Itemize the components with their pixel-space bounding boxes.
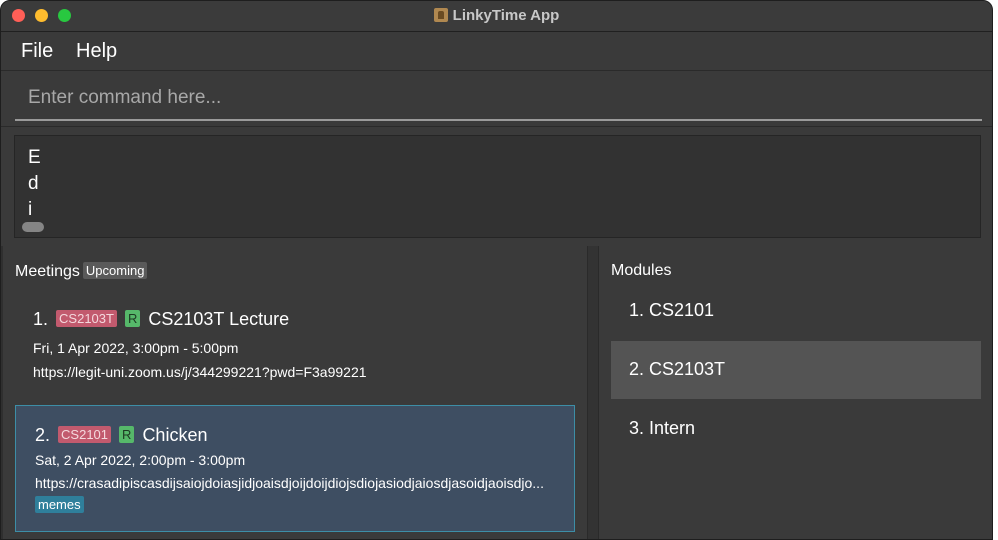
recurring-tag: R bbox=[119, 426, 135, 443]
meeting-heading: 1. CS2103T R CS2103T Lecture bbox=[33, 309, 289, 330]
result-display-area: Edi bbox=[1, 128, 992, 245]
upcoming-filter-badge: Upcoming bbox=[82, 262, 148, 279]
module-list-item[interactable]: 1. CS2101 bbox=[611, 282, 981, 340]
menu-bar: File Help bbox=[1, 33, 992, 71]
result-display: Edi bbox=[14, 135, 981, 238]
meeting-index: 1. bbox=[33, 309, 49, 329]
module-tag: CS2103T bbox=[56, 310, 117, 327]
meetings-panel: Meetings Upcoming 1. CS2103T R CS2103T Le… bbox=[3, 246, 587, 539]
modules-panel: Modules 1. CS2101 2. CS2103T 3. Intern bbox=[599, 246, 992, 539]
module-label: 3. Intern bbox=[629, 418, 696, 438]
meeting-datetime: Fri, 1 Apr 2022, 3:00pm - 5:00pm bbox=[33, 340, 239, 356]
meeting-name: Chicken bbox=[142, 425, 208, 445]
meeting-name: CS2103T Lecture bbox=[148, 309, 290, 329]
module-label: 2. CS2103T bbox=[629, 359, 726, 379]
list-panels: Meetings Upcoming 1. CS2103T R CS2103T Le… bbox=[1, 246, 992, 539]
module-list-item-selected[interactable]: 2. CS2103T bbox=[611, 341, 981, 399]
command-input[interactable] bbox=[15, 77, 982, 121]
module-tag: CS2101 bbox=[58, 426, 112, 443]
panel-divider[interactable] bbox=[587, 246, 599, 539]
window-title-area: LinkyTime App bbox=[1, 7, 992, 24]
result-text: Edi bbox=[28, 147, 41, 220]
meeting-tag: memes bbox=[35, 496, 84, 513]
meeting-link[interactable]: https://legit-uni.zoom.us/j/344299221?pw… bbox=[33, 364, 553, 380]
meeting-index: 2. bbox=[35, 425, 51, 445]
command-box bbox=[1, 72, 992, 127]
meeting-heading: 2. CS2101 R Chicken bbox=[35, 425, 207, 446]
module-list-item[interactable]: 3. Intern bbox=[611, 400, 981, 458]
title-bar: LinkyTime App bbox=[1, 1, 992, 32]
window-title: LinkyTime App bbox=[452, 7, 560, 24]
result-scrollbar[interactable] bbox=[22, 222, 44, 232]
meetings-title: Meetings bbox=[15, 263, 80, 280]
meeting-datetime: Sat, 2 Apr 2022, 2:00pm - 3:00pm bbox=[35, 452, 246, 468]
meetings-header: Meetings Upcoming bbox=[15, 262, 148, 281]
recurring-tag: R bbox=[124, 310, 141, 327]
menu-file[interactable]: File bbox=[21, 40, 53, 63]
meeting-card[interactable]: 1. CS2103T R CS2103T Lecture Fri, 1 Apr … bbox=[15, 281, 575, 403]
modules-title: Modules bbox=[611, 262, 672, 279]
app-icon bbox=[433, 8, 448, 22]
meeting-card-selected[interactable]: 2. CS2101 R Chicken Sat, 2 Apr 2022, 2:0… bbox=[15, 405, 575, 532]
module-label: 1. CS2101 bbox=[629, 300, 715, 320]
menu-help[interactable]: Help bbox=[76, 40, 117, 63]
app-window: LinkyTime App File Help Edi MeetingsUpco… bbox=[0, 0, 993, 540]
meeting-link[interactable]: https://crasadipiscasdijsaiojdoiasjidjoa… bbox=[35, 475, 565, 491]
